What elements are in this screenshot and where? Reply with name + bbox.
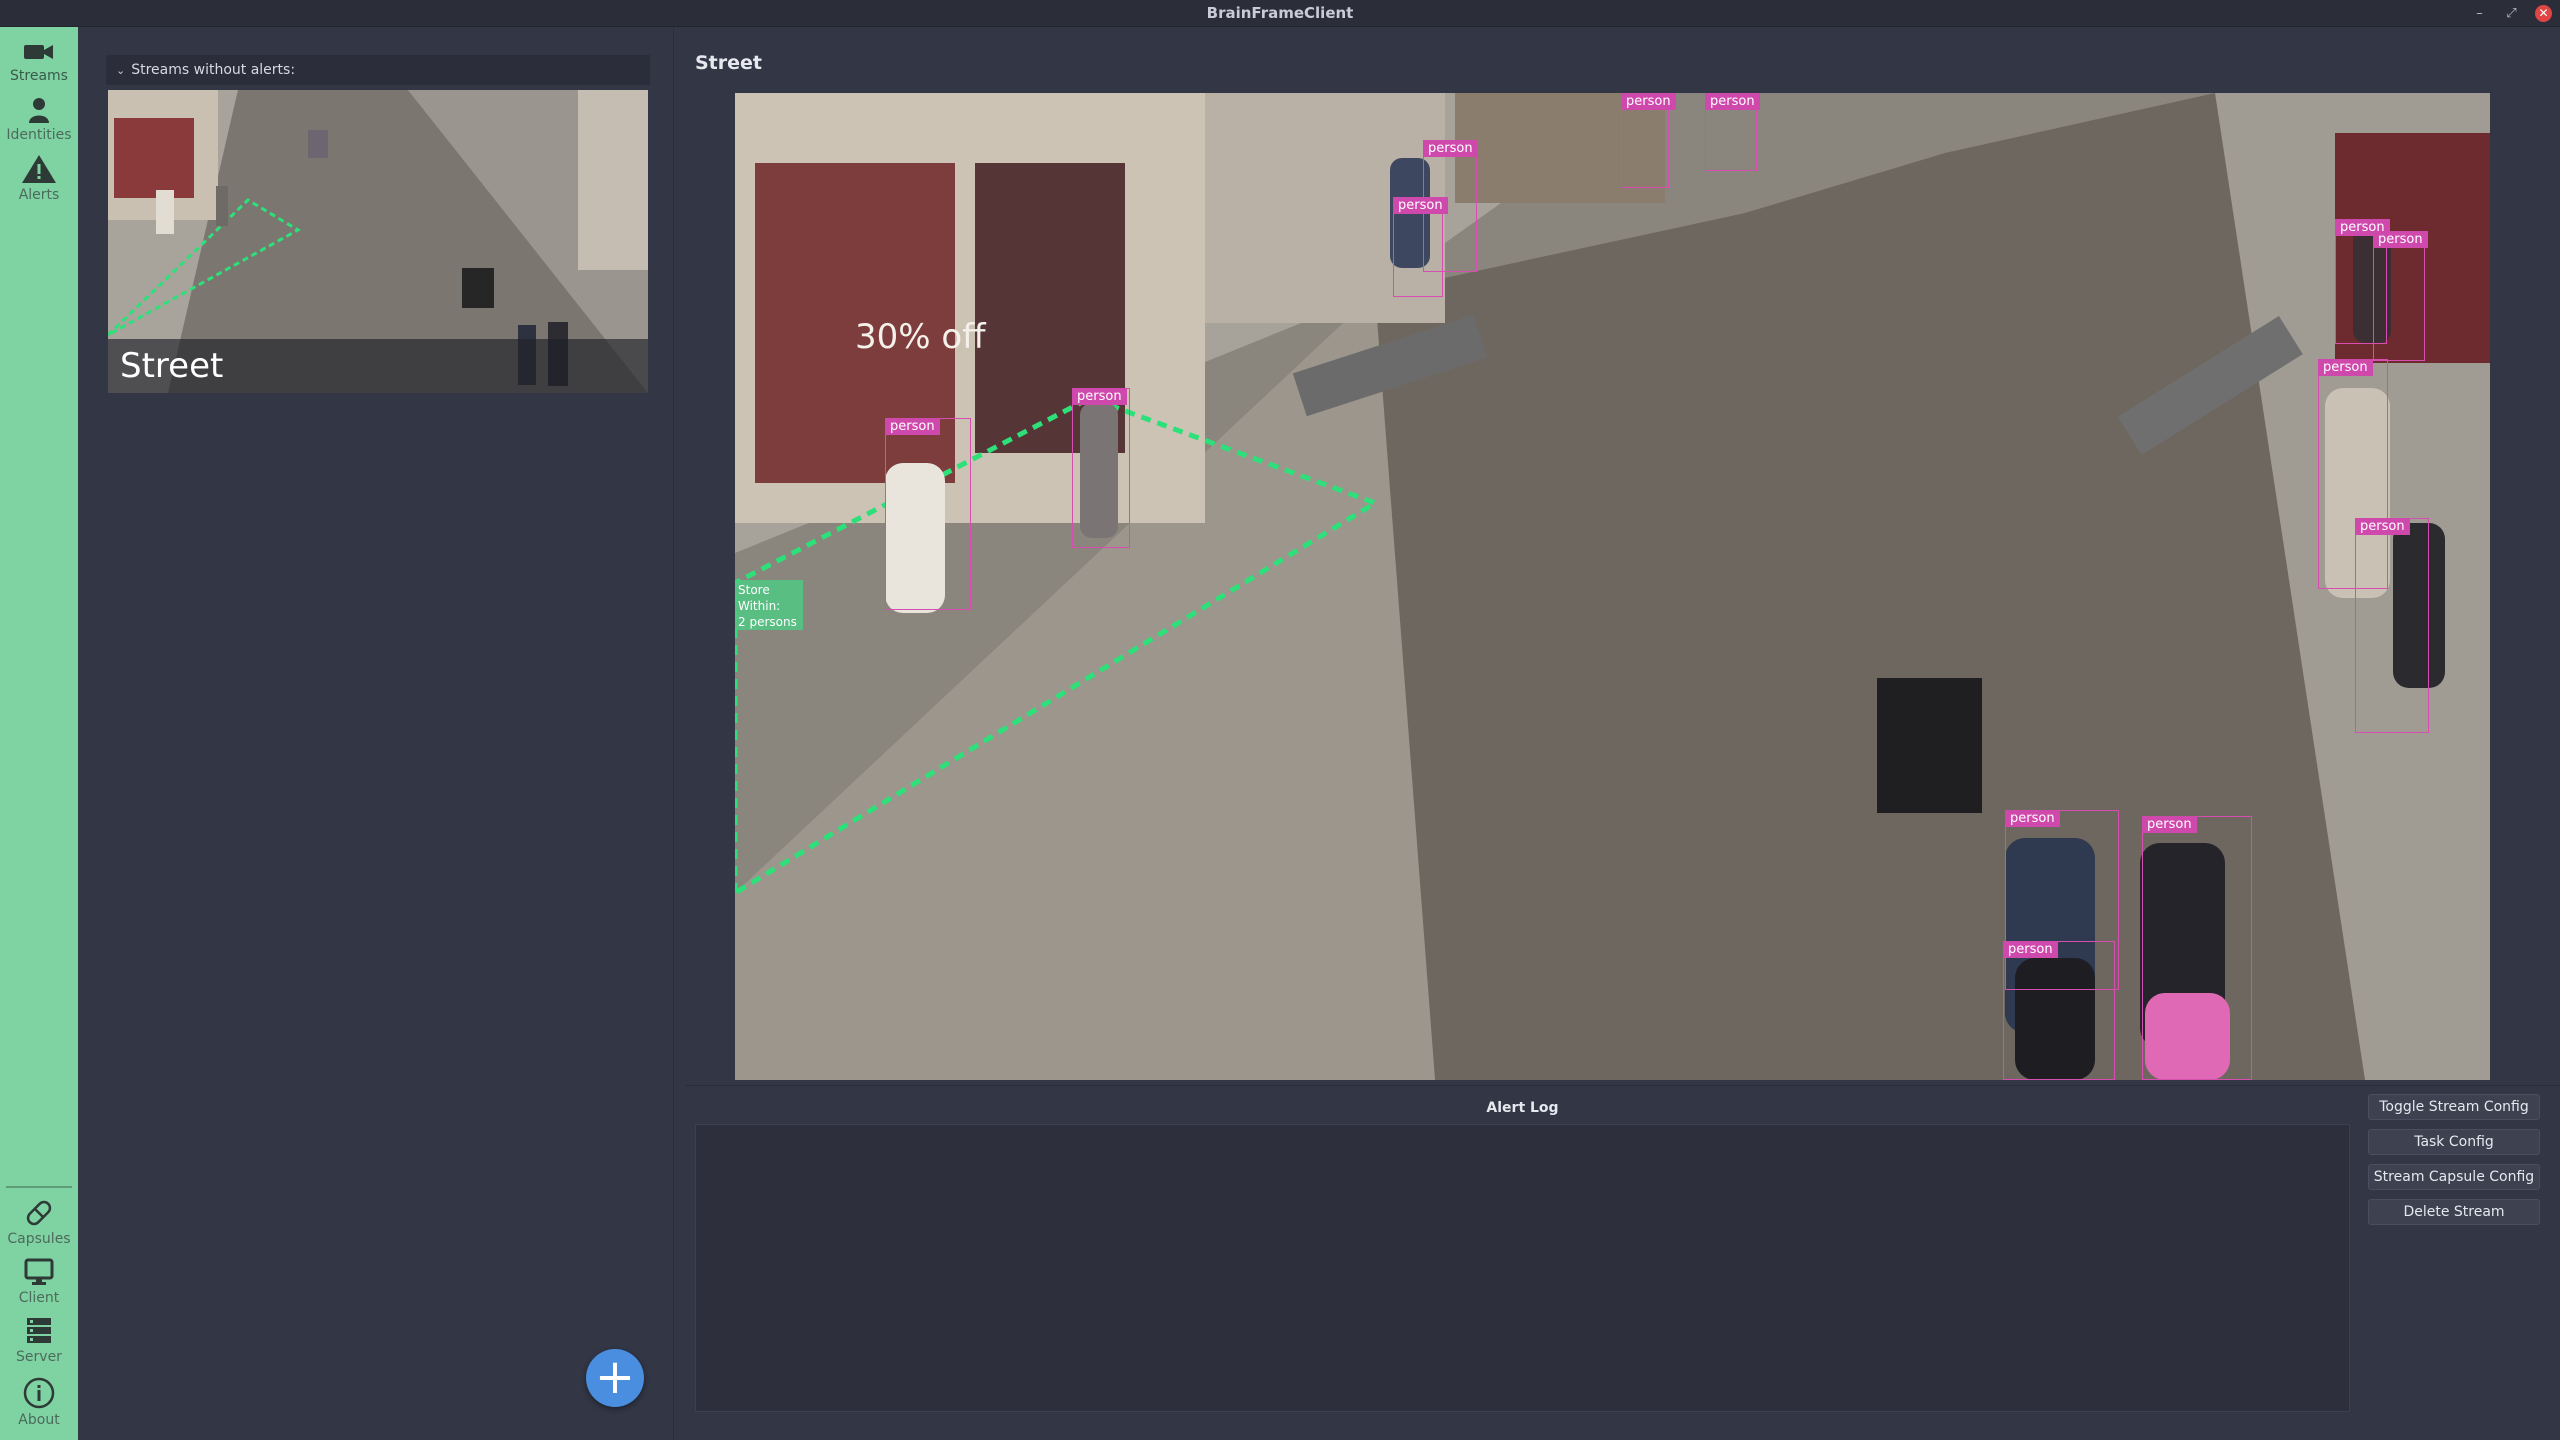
detection-label: person (1423, 140, 1478, 157)
video-camera-icon (24, 45, 53, 59)
detection-label: person (1072, 388, 1127, 405)
alert-log-title: Alert Log (1486, 1100, 1559, 1116)
task-config-button[interactable]: Task Config (2368, 1129, 2540, 1155)
nav-alerts[interactable]: Alerts (0, 148, 78, 204)
nav-divider (6, 1186, 72, 1188)
chevron-down-icon: ⌄ (116, 64, 126, 77)
stream-thumbnail-title: Street (108, 339, 648, 393)
nav-server-label: Server (16, 1349, 62, 1365)
stream-video[interactable]: 30% off person person person person pers… (735, 93, 2490, 1080)
monitor-icon (24, 1258, 54, 1285)
warning-icon (22, 155, 56, 183)
detection-box: person (885, 418, 971, 610)
toggle-stream-config-button[interactable]: Toggle Stream Config (2368, 1094, 2540, 1120)
detection-box: person (1621, 93, 1676, 188)
detection-label: person (2318, 359, 2373, 376)
zone-label: Store Within: 2 persons (735, 580, 803, 630)
capsule-icon (26, 1200, 52, 1226)
nav-streams-label: Streams (10, 68, 68, 84)
detection-label: person (2003, 941, 2058, 958)
detection-label: person (2005, 810, 2060, 827)
detection-label: person (885, 418, 940, 435)
nav-capsules-label: Capsules (7, 1231, 71, 1247)
minimize-icon[interactable]: – (2471, 5, 2488, 22)
detection-box: person (1705, 93, 1760, 171)
zone-condition: Within: (738, 599, 781, 613)
stream-capsule-config-button[interactable]: Stream Capsule Config (2368, 1164, 2540, 1190)
alert-log[interactable] (695, 1124, 2350, 1412)
window-titlebar: BrainFrameClient – ⤢ ✕ (0, 0, 2560, 27)
detection-label: person (1393, 197, 1448, 214)
stream-group-header[interactable]: ⌄ Streams without alerts: (106, 55, 650, 85)
nav-streams[interactable]: Streams (0, 33, 78, 89)
nav-client-label: Client (18, 1290, 60, 1306)
detection-box: person (1072, 388, 1130, 548)
nav-capsules[interactable]: Capsules (0, 1192, 78, 1248)
window-title: BrainFrameClient (1206, 4, 1354, 22)
info-icon (23, 1377, 55, 1409)
detection-label: person (1705, 93, 1760, 110)
stream-thumbnail-street[interactable]: Street (108, 90, 648, 393)
delete-stream-button[interactable]: Delete Stream (2368, 1199, 2540, 1225)
detection-box: person (2003, 941, 2115, 1080)
nav-about-label: About (18, 1412, 60, 1428)
nav-server[interactable]: Server (0, 1310, 78, 1366)
svg-text:30% off: 30% off (855, 317, 987, 357)
detection-box: person (2355, 518, 2429, 733)
navigation-rail: Streams Identities Alerts Capsules Clien… (0, 27, 78, 1440)
detection-box: person (2142, 816, 2252, 1080)
server-icon (27, 1318, 51, 1343)
stream-title: Street (695, 52, 762, 74)
detection-label: person (2355, 518, 2410, 535)
stream-list-panel: ⌄ Streams without alerts: Street + (78, 27, 674, 1440)
person-icon (29, 98, 49, 123)
nav-about[interactable]: About (0, 1371, 78, 1428)
detection-box: person (2373, 231, 2428, 361)
add-stream-button[interactable]: + (586, 1349, 644, 1407)
detection-label: person (2142, 816, 2197, 833)
nav-client[interactable]: Client (0, 1251, 78, 1307)
stream-group-label: Streams without alerts: (131, 62, 296, 78)
detection-label: person (2373, 231, 2428, 248)
nav-identities[interactable]: Identities (0, 90, 78, 146)
maximize-icon[interactable]: ⤢ (2503, 5, 2520, 22)
detection-box: person (1393, 197, 1448, 297)
nav-identities-label: Identities (6, 127, 72, 143)
zone-name: Store (738, 583, 770, 597)
main-divider (686, 1085, 2560, 1086)
close-icon[interactable]: ✕ (2535, 5, 2552, 22)
nav-alerts-label: Alerts (18, 187, 60, 203)
detection-label: person (1621, 93, 1676, 110)
zone-count: 2 persons (738, 615, 797, 629)
